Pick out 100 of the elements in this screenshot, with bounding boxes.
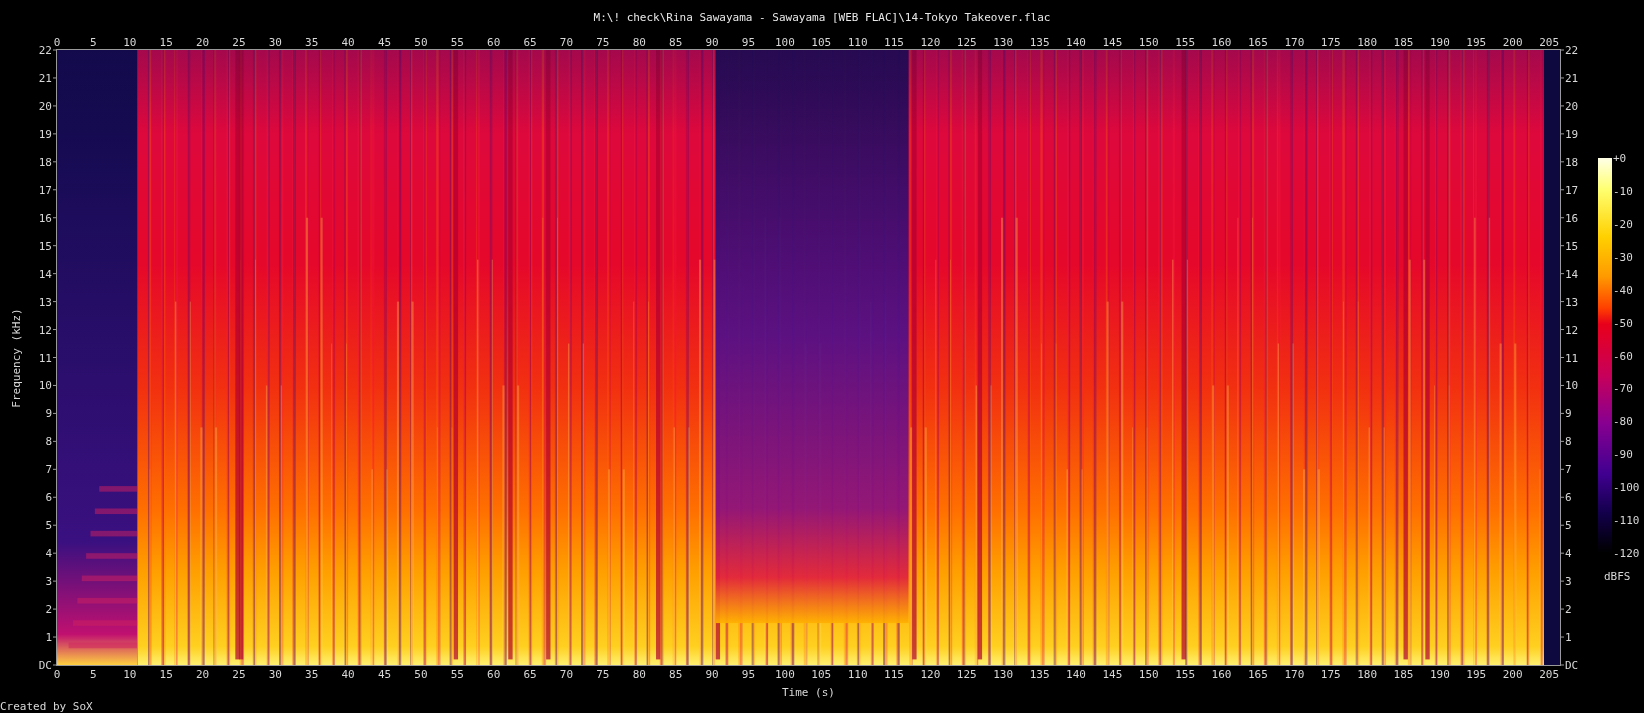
axis-tick-label: 75 [596,668,610,681]
axis-tick-label: 145 [1102,668,1123,681]
axis-tick-label: 2 [1565,602,1572,616]
axis-tick-label: 17 [38,183,52,197]
axis-tick-label: 95 [741,668,756,681]
axis-tick-label: 1 [45,630,52,644]
axis-tick-label: 5 [90,668,97,681]
axis-tick-label: 4 [45,546,52,560]
axis-tick-label: 9 [45,406,52,420]
axis-tick-label: 155 [1175,668,1196,681]
axis-tick-label: 14 [38,267,52,281]
axis-tick-label: 165 [1248,668,1268,681]
axis-tick-label: 10 [123,36,137,49]
axis-tick-label: 19 [1565,127,1579,141]
axis-tick-label: 200 [1502,668,1523,681]
axis-tick-label: 10 [1565,378,1579,392]
axis-tick-label: 130 [993,668,1014,681]
axis-tick-label: 0 [53,36,61,49]
axis-tick-label: 85 [669,668,683,681]
axis-tick-label: 20 [195,668,210,681]
axis-tick-label: 50 [414,36,428,49]
axis-tick-label: 55 [450,36,464,49]
axis-tick-label: 30 [268,668,282,681]
axis-tick-label: 17 [1565,183,1579,197]
axis-tick-label: 6 [45,490,52,504]
axis-tick-label: 5 [90,36,97,49]
footer-credit: Created by SoX [0,701,93,713]
axis-tick-label: 60 [487,36,501,49]
axis-tick-label: 120 [920,668,941,681]
axis-tick-label: 2 [45,602,52,616]
axis-tick-label: 200 [1502,36,1523,49]
scale-tick-label: -110 [1613,513,1640,527]
axis-tick-label: 25 [232,36,246,49]
axis-tick-label: 8 [1565,434,1572,448]
axis-tick-label: 65 [523,668,537,681]
axis-tick-label: 7 [1565,462,1572,476]
axis-tick-label: 15 [1565,239,1579,253]
axis-tick-label: 14 [1565,267,1579,281]
axis-tick-label: 5 [1565,518,1572,532]
axis-tick-label: 125 [956,36,977,49]
axis-tick-label: 19 [38,127,52,141]
axis-tick-label: 195 [1466,668,1487,681]
axis-tick-label: 110 [847,668,868,681]
axis-tick-label: 80 [632,36,646,49]
scale-tick-label: -10 [1613,184,1633,198]
scale-tick-label: -90 [1613,447,1633,461]
axis-tick-label: 16 [38,211,52,225]
axis-tick-label: 1 [1565,630,1572,644]
axis-tick-label: 110 [847,36,868,49]
axis-tick-label: 21 [1565,71,1579,85]
axis-tick-label: 50 [414,668,428,681]
axis-tick-label: 205 [1539,668,1559,681]
axis-tick-label: 0 [53,668,61,681]
scale-tick-label: -70 [1613,381,1633,395]
axis-tick-label: 75 [596,36,610,49]
axis-tick-label: 90 [705,36,719,49]
axis-tick-label: 185 [1393,36,1414,49]
axis-tick-label: 185 [1393,668,1414,681]
axis-tick-label: 140 [1066,36,1086,49]
axis-tick-label: 20 [38,99,52,113]
axis-tick-label: 21 [38,71,52,85]
axis-tick-label: 195 [1466,36,1487,49]
axis-tick-label: 30 [268,36,282,49]
axis-tick-label: 12 [38,323,52,337]
axis-tick-label: 35 [305,36,319,49]
axis-tick-label: 170 [1284,668,1305,681]
scale-tick-label: -60 [1613,349,1633,362]
axis-tick-label: 70 [559,668,574,681]
axis-tick-label: 100 [774,36,795,49]
axis-tick-label: 125 [956,668,977,681]
scale-tick-label: -50 [1613,316,1633,330]
scale-tick-label: +0 [1613,151,1627,165]
axis-tick-label: 25 [232,668,246,681]
axis-tick-label: 15 [38,239,52,253]
axis-tick-label: 20 [1565,99,1579,113]
axis-tick-label: 105 [811,668,832,681]
axis-tick-label: 13 [1565,295,1579,309]
axis-tick-label: 3 [45,574,52,588]
axis-tick-label: 160 [1211,36,1232,49]
axis-tick-label: 20 [195,36,210,49]
axis-tick-label: 165 [1248,36,1268,49]
axis-tick-label: 120 [920,36,941,49]
axis-tick-label: 105 [811,36,832,49]
axis-tick-label: 10 [38,378,52,392]
axis-tick-label: 40 [341,668,355,681]
axis-tick-label: 190 [1429,668,1450,681]
axis-tick-label: 160 [1211,668,1232,681]
axis-tick-label: 40 [341,36,355,49]
axis-tick-label: 15 [159,668,173,681]
axis-tick-label: 7 [45,462,52,476]
axis-tick-label: 10 [123,668,137,681]
axis-tick-label: 45 [377,36,392,49]
axis-tick-label: 22 [38,43,52,57]
axis-tick-label: 155 [1175,36,1196,49]
axis-tick-label: 18 [38,155,52,169]
axis-tick-label: 90 [705,668,719,681]
axis-tick-label: 180 [1357,36,1378,49]
axis-tick-label: 18 [1565,155,1579,169]
axis-tick-label: 150 [1138,668,1159,681]
axis-tick-label: 13 [38,295,52,309]
